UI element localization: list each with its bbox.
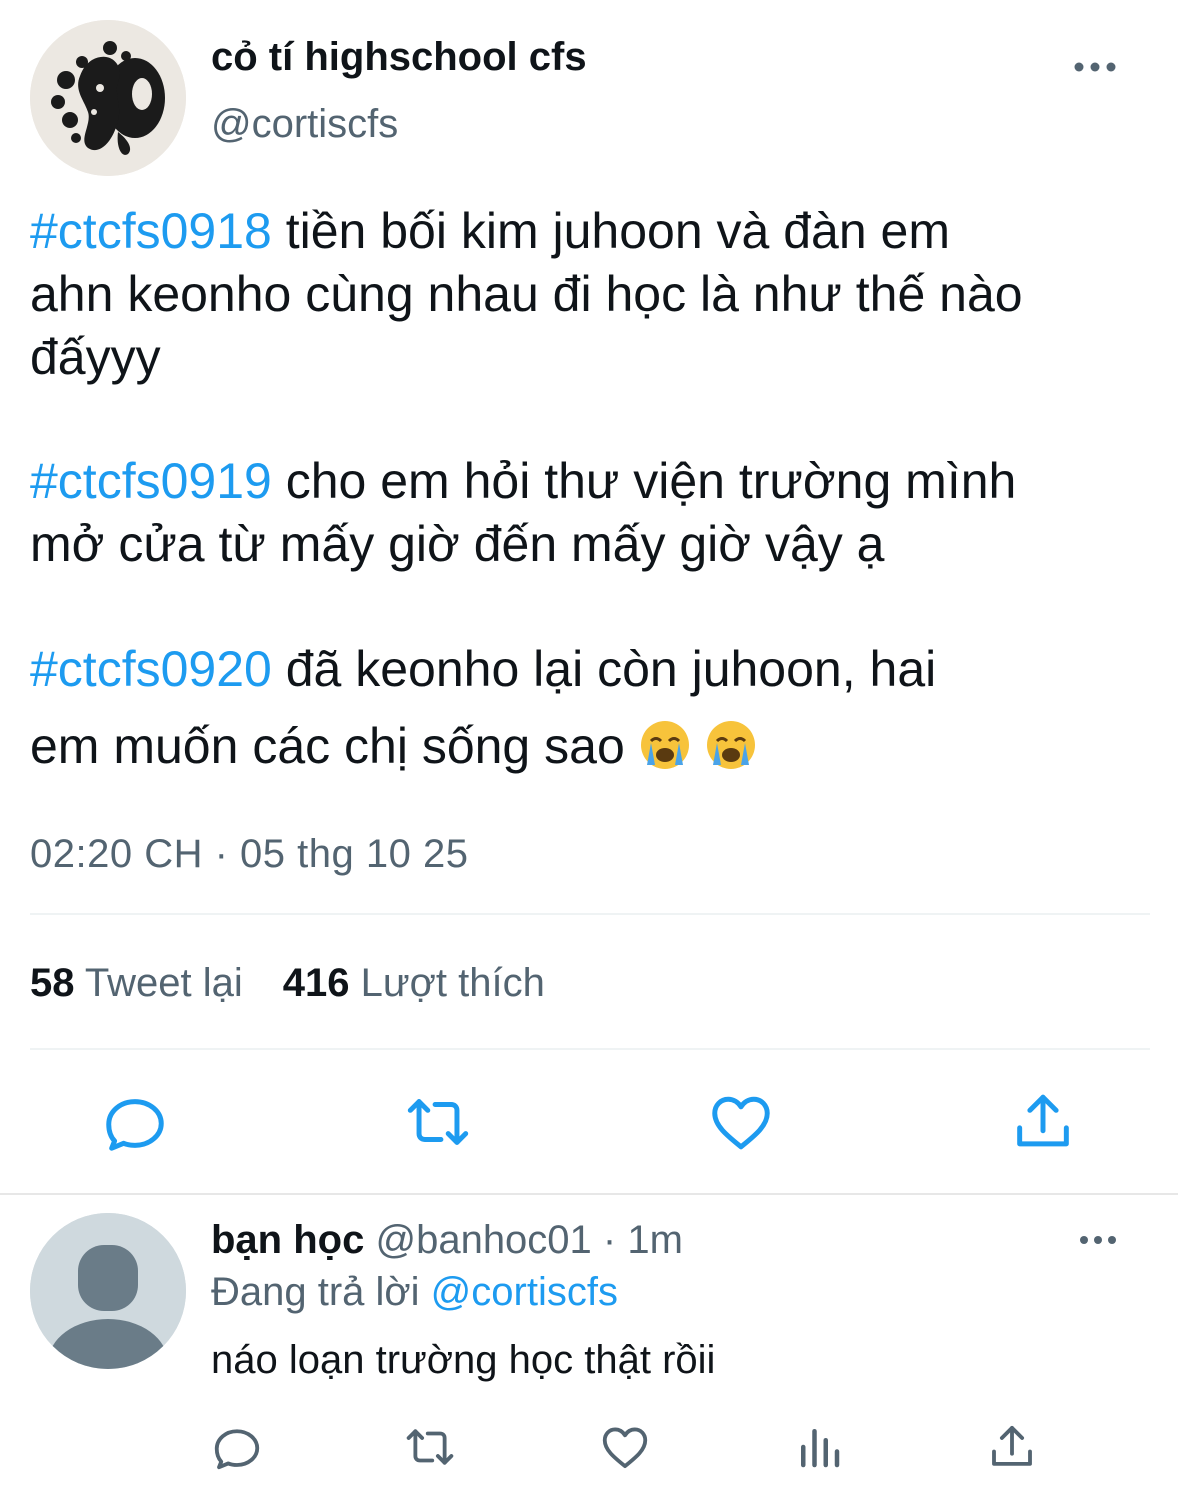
share-icon [992,1425,1032,1466]
ink-splash-avatar-icon [30,20,186,176]
loudly-crying-face-icon [705,719,757,786]
more-dots-icon [1080,1236,1116,1244]
tweet-paragraph: #ctcfs0918 tiền bối kim juhoon và đàn em… [30,200,1023,389]
share-button[interactable] [1008,1087,1078,1157]
more-options-button[interactable] [1072,52,1118,82]
divider [30,1048,1150,1050]
tweet-line: đấyyy [30,329,161,385]
reply-more-options-button[interactable] [1078,1226,1118,1254]
replying-to: Đang trả lời @cortiscfs [211,1268,618,1316]
like-icon [602,1427,648,1469]
reply-like-button[interactable] [598,1420,652,1474]
retweet-icon [406,1429,454,1465]
tweet-line: mở cửa từ mấy giờ đến mấy giờ vậy ạ [30,516,885,572]
mention-link[interactable]: @cortiscfs [431,1270,618,1314]
hashtag-link[interactable]: #ctcfs0920 [30,641,272,697]
tweet-stats: 58 Tweet lại 416 Lượt thích [30,958,545,1008]
like-icon [712,1096,770,1150]
reply-handle-time[interactable]: @banhoc01 · 1m [375,1218,682,1262]
reply-icon [106,1099,164,1151]
reply-text: náo loạn trường học thật rồii [211,1338,716,1382]
hashtag-link[interactable]: #ctcfs0918 [30,203,272,259]
replying-prefix: Đang trả lời [211,1270,431,1314]
share-icon [1017,1094,1069,1147]
reply-header: bạn học @banhoc01 · 1m [211,1216,683,1264]
tweet-timestamp[interactable]: 02:20 CH · 05 thg 10 25 [30,830,468,878]
like-count: 416 [282,961,350,1005]
tweet-line: ahn keonho cùng nhau đi học là như thế n… [30,266,1023,322]
tweet-line: tiền bối kim juhoon và đàn em [271,203,951,259]
default-profile-icon [30,1213,186,1369]
retweet-label: Tweet lại [84,961,243,1005]
reply-button[interactable] [100,1087,170,1157]
reply-icon [214,1429,260,1470]
tweet-line: đã keonho lại còn juhoon, hai [271,641,937,697]
divider [30,913,1150,915]
analytics-icon [801,1429,840,1468]
loudly-crying-face-icon [639,719,691,786]
reply-reply-button[interactable] [210,1420,264,1474]
retweets-stat[interactable]: 58 Tweet lại [30,961,243,1005]
retweet-button[interactable] [403,1087,473,1157]
author-avatar[interactable] [30,20,186,176]
hashtag-link[interactable]: #ctcfs0919 [30,453,272,509]
tweet-paragraph: #ctcfs0920 đã keonho lại còn juhoon, hai… [30,638,936,786]
tweet-paragraph: #ctcfs0919 cho em hỏi thư viện trường mì… [30,450,1016,576]
section-separator [0,1193,1178,1195]
tweet-line: cho em hỏi thư viện trường mình [271,453,1017,509]
reply-retweet-button[interactable] [403,1420,457,1474]
reply-avatar[interactable] [30,1213,186,1369]
like-button[interactable] [706,1087,776,1157]
retweet-icon [407,1099,469,1145]
tweet-line: em muốn các chị sống sao [30,718,625,774]
reply-display-name[interactable]: bạn học [211,1218,364,1262]
retweet-count: 58 [30,961,75,1005]
likes-stat[interactable]: 416 Lượt thích [283,961,545,1005]
analytics-button[interactable] [792,1420,846,1474]
like-label: Lượt thích [360,961,545,1005]
author-display-name[interactable]: cỏ tí highschool cfs [211,33,587,81]
reply-share-button[interactable] [985,1420,1039,1474]
more-dots-icon [1074,62,1116,72]
author-handle[interactable]: @cortiscfs [211,100,398,148]
